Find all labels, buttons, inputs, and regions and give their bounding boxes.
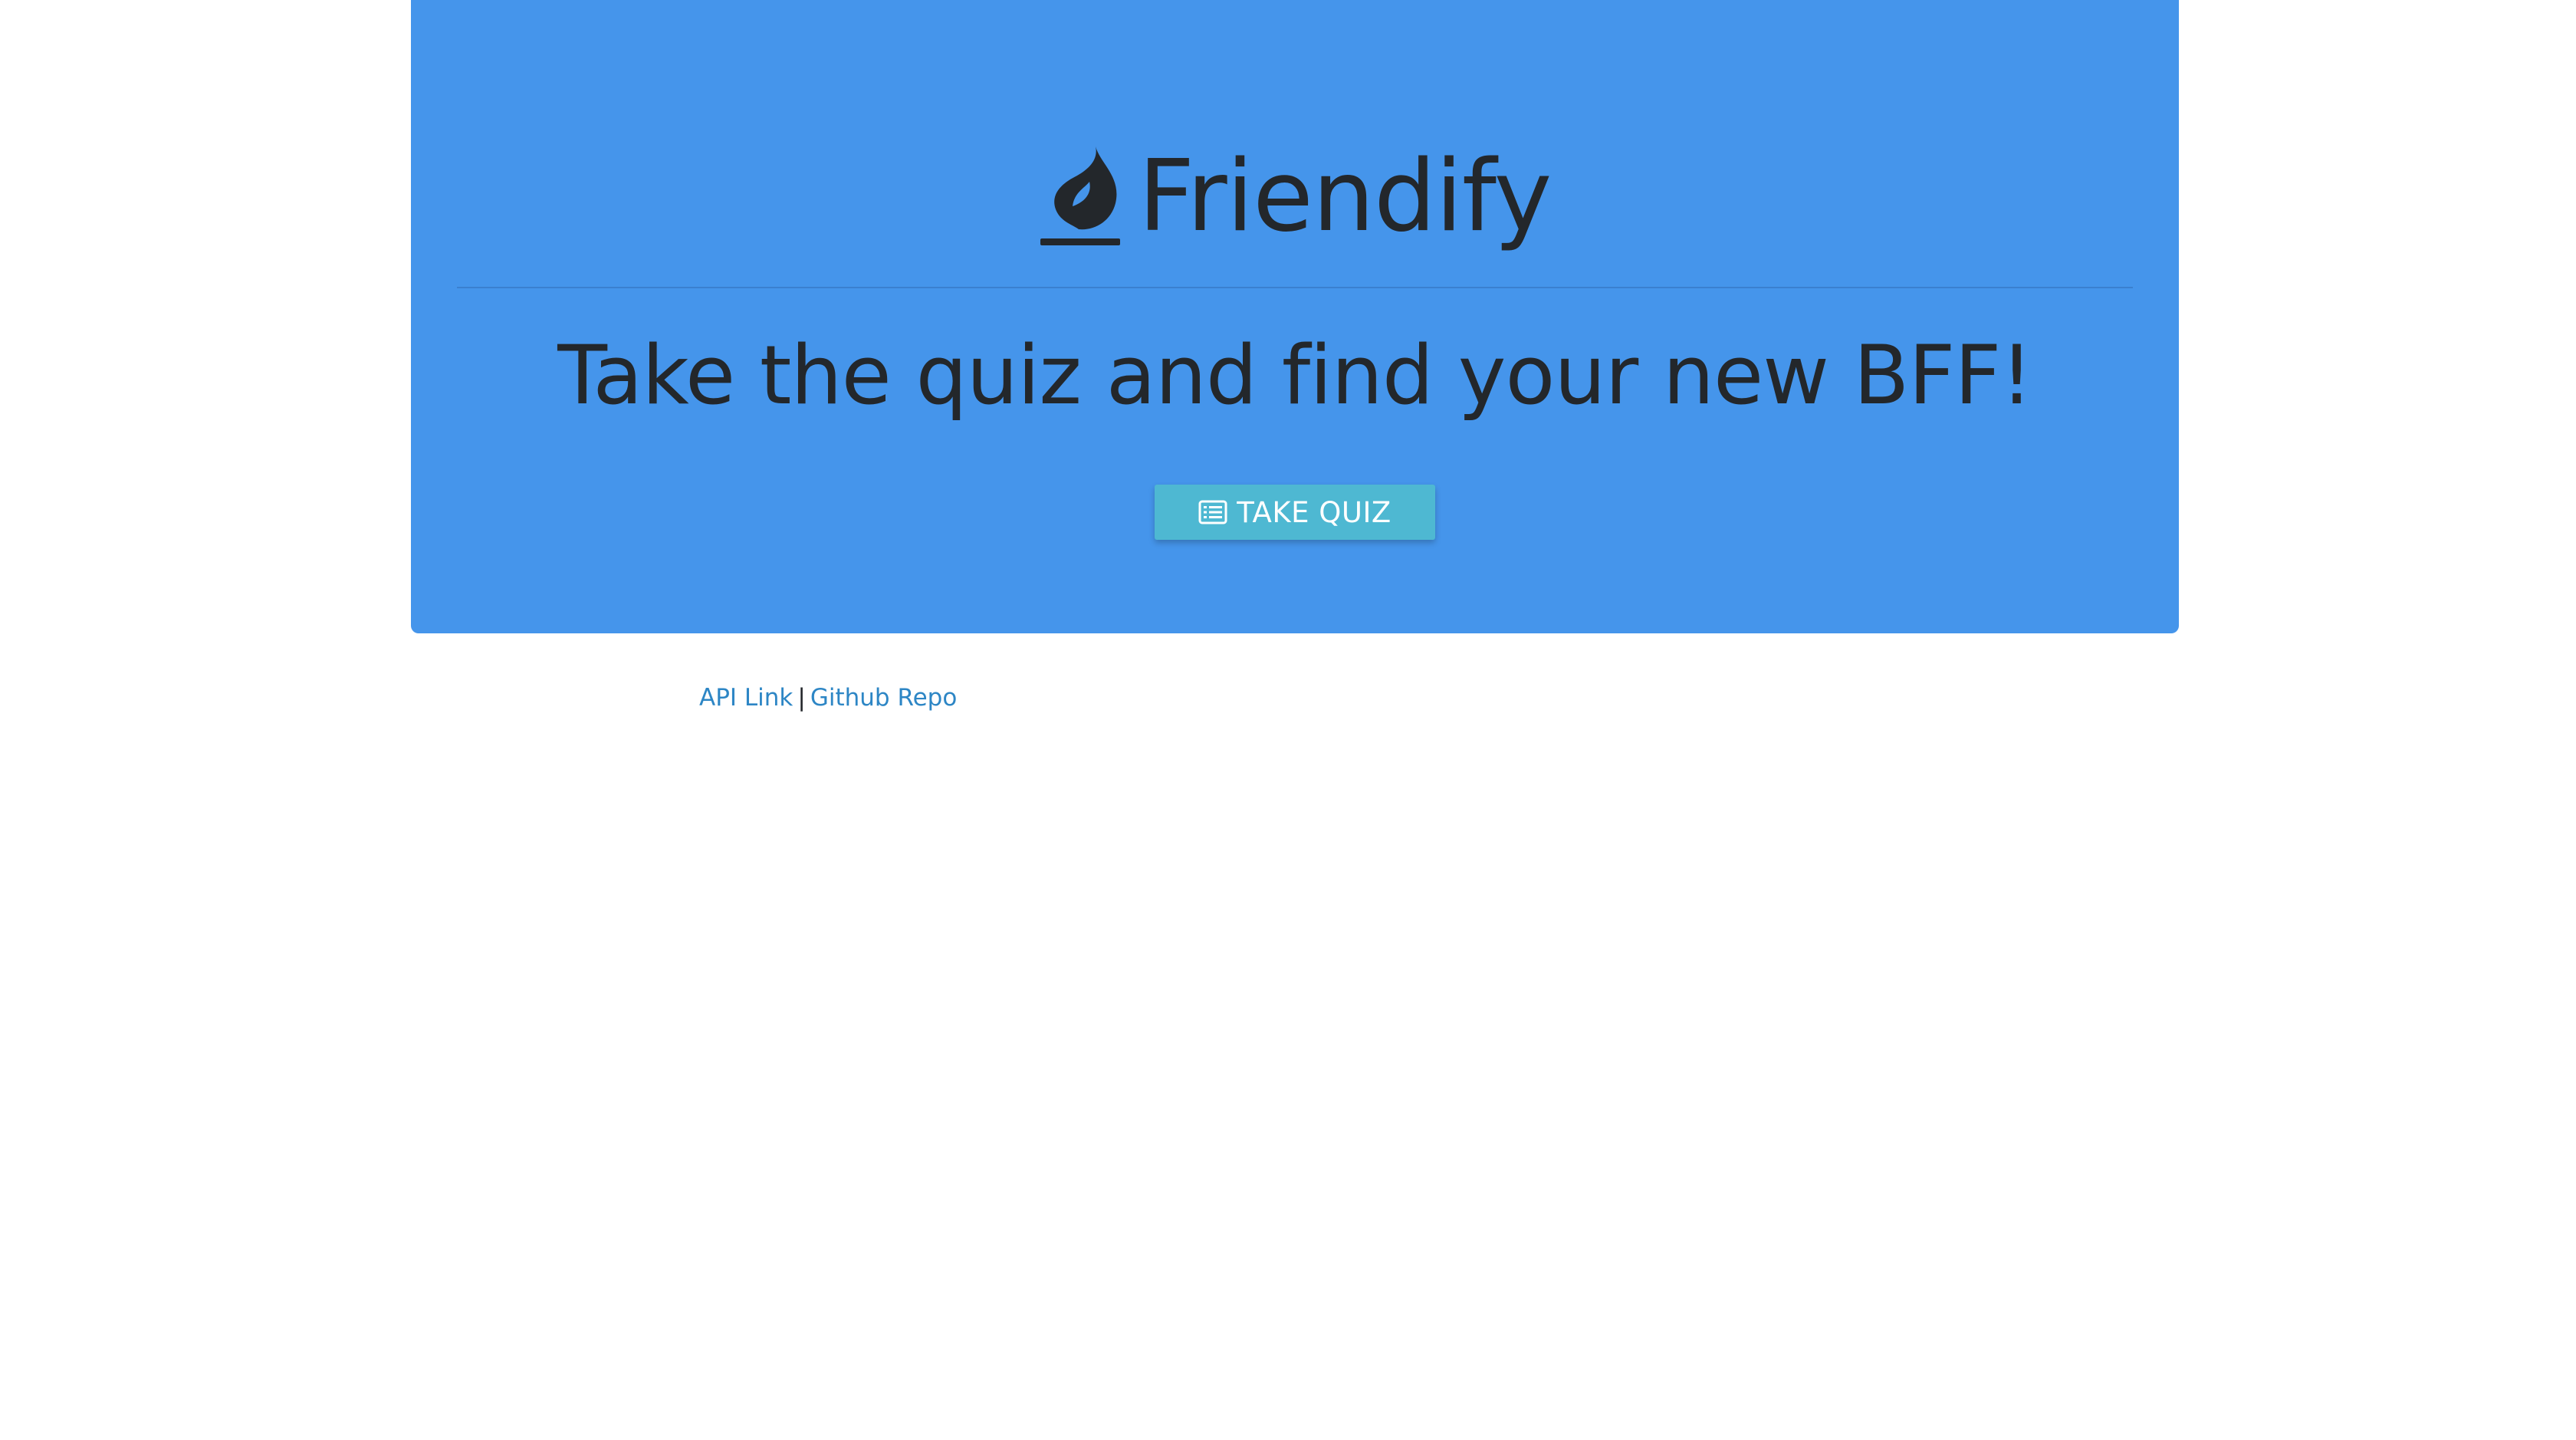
fire-icon — [1040, 146, 1120, 245]
take-quiz-label: TAKE QUIZ — [1237, 495, 1392, 529]
take-quiz-button[interactable]: TAKE QUIZ — [1155, 485, 1435, 540]
brand-title: Friendify — [1138, 140, 1552, 254]
footer-links: API Link | Github Repo — [699, 681, 957, 715]
brand-header: Friendify — [411, 138, 2179, 253]
hero-jumbotron: Friendify Take the quiz and find your ne… — [411, 0, 2179, 633]
header-divider — [457, 287, 2133, 288]
list-alt-icon — [1198, 500, 1227, 524]
page: Friendify Take the quiz and find your ne… — [0, 0, 2576, 1440]
hero-headline: Take the quiz and find your new BFF! — [557, 328, 2033, 422]
github-repo-link[interactable]: Github Repo — [810, 684, 957, 712]
api-link[interactable]: API Link — [699, 684, 793, 712]
footer-separator: | — [797, 684, 806, 712]
